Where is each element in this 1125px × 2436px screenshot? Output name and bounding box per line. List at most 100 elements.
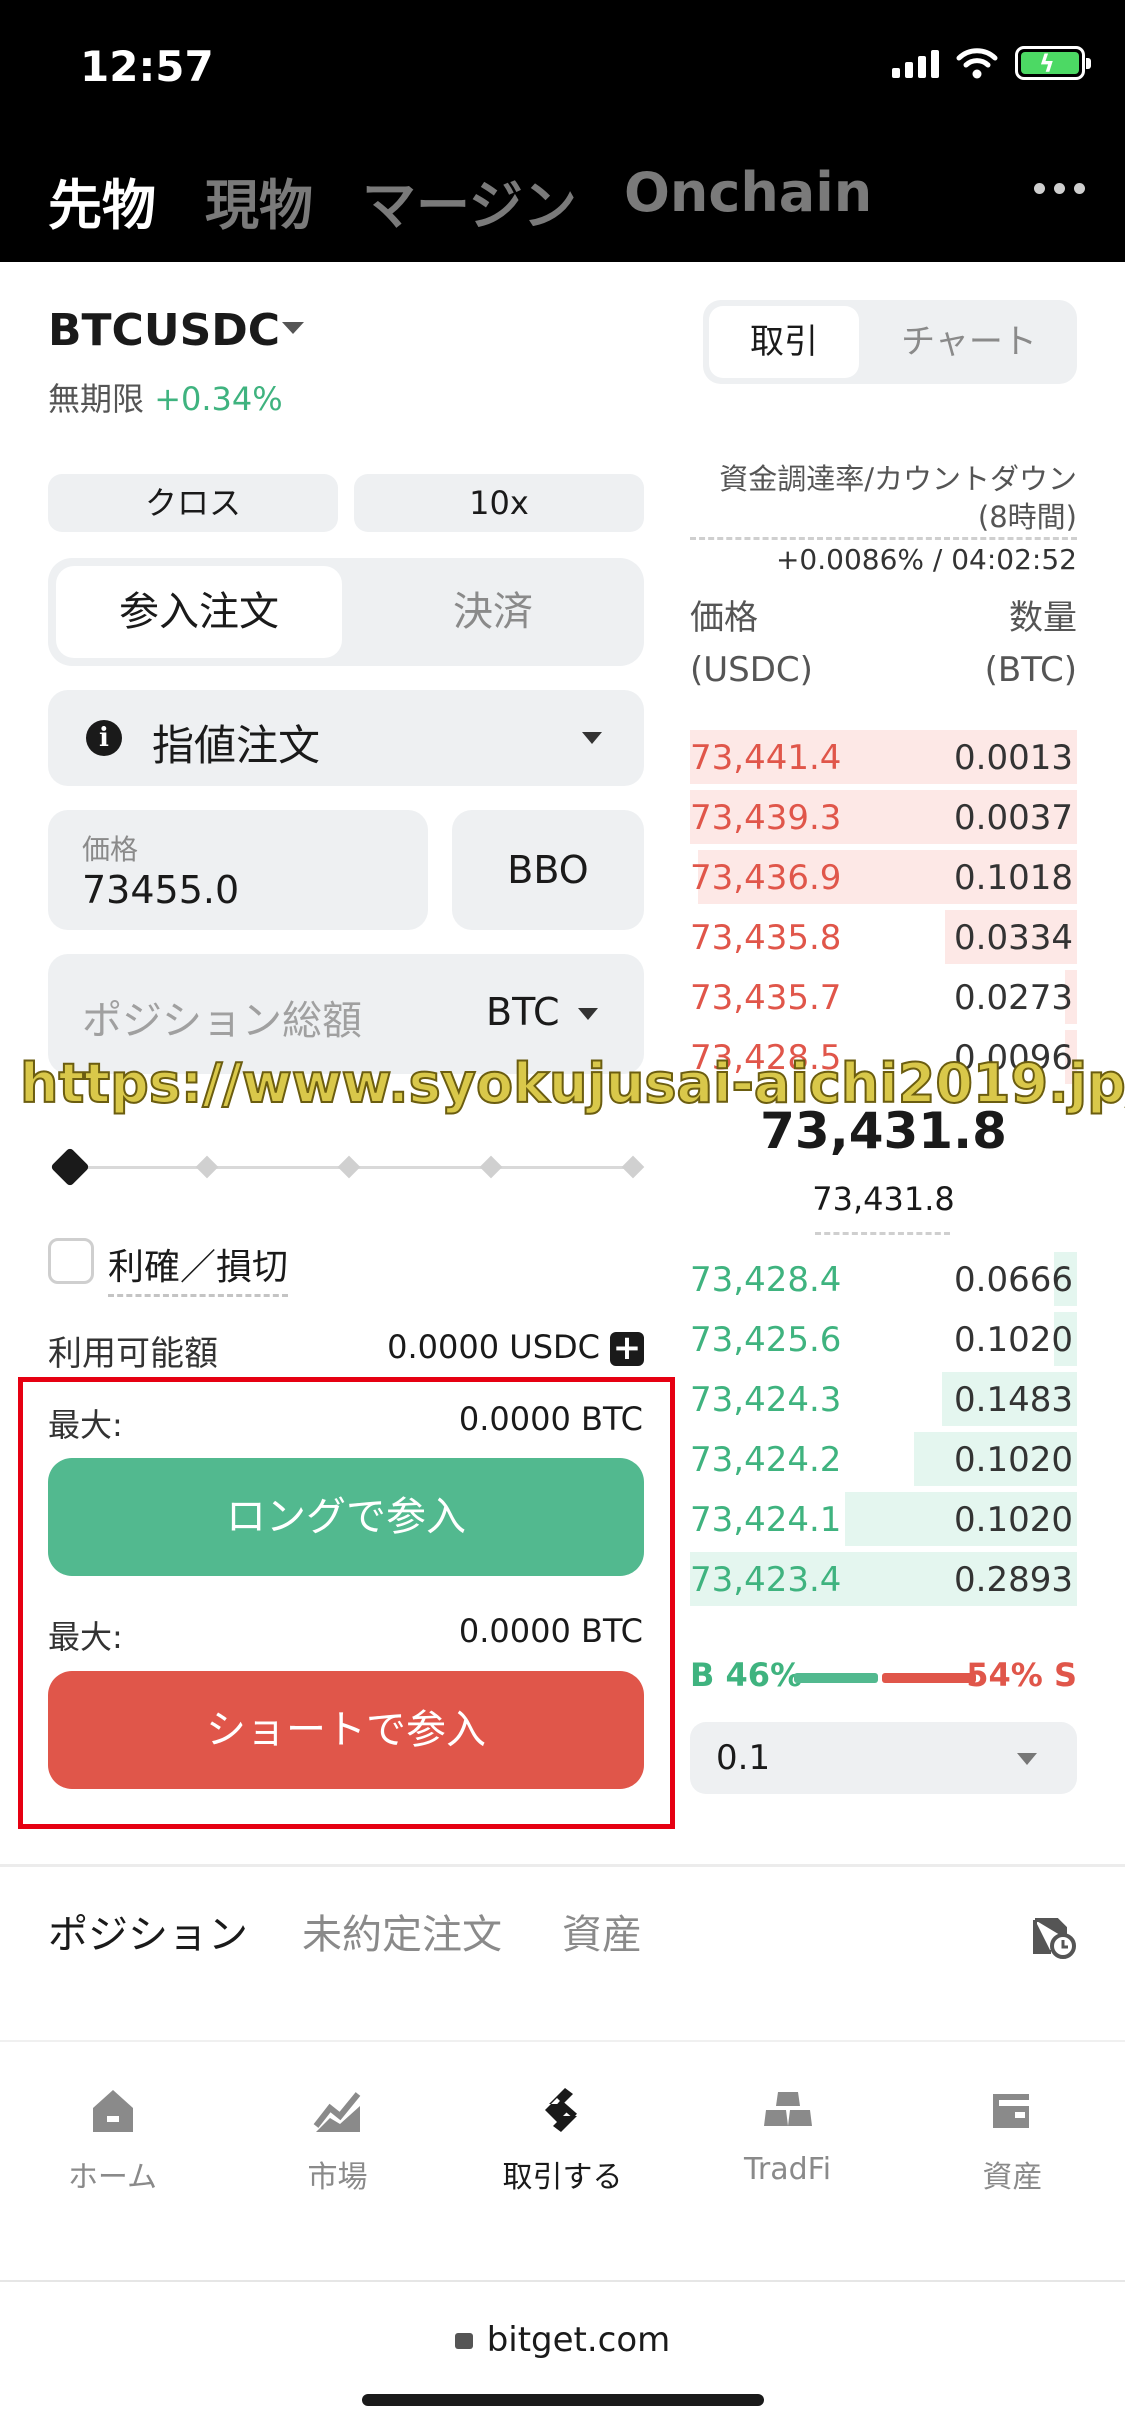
tpsl-label[interactable]: 利確／損切 <box>108 1238 289 1297</box>
open-short-button[interactable]: ショートで参入 <box>48 1671 644 1789</box>
tabbar-label: 取引する <box>502 2160 623 2195</box>
app-tabbar: ホーム 市場 取引する TradFi 資産 <box>0 2040 1125 2280</box>
buy-ratio-bar <box>794 1673 878 1683</box>
bid-qty: 0.1483 <box>954 1380 1073 1420</box>
slider-step[interactable] <box>337 1155 361 1179</box>
bid-price: 73,428.4 <box>690 1260 842 1300</box>
ask-qty: 0.0013 <box>954 738 1073 778</box>
history-icon[interactable] <box>1027 1910 1077 1960</box>
pair-dropdown-icon[interactable] <box>282 322 304 334</box>
top-nav: 先物 現物 マージン Onchain <box>0 131 1125 262</box>
lock-icon <box>454 2333 473 2349</box>
bid-qty: 0.1020 <box>954 1440 1073 1480</box>
margin-mode-button[interactable]: クロス <box>48 474 338 532</box>
chevron-down-icon <box>1017 1753 1037 1765</box>
ask-price: 73,439.3 <box>690 798 842 838</box>
price-header-unit: (USDC) <box>690 650 813 690</box>
amount-unit-select[interactable]: BTC <box>486 990 560 1034</box>
bid-price: 73,425.6 <box>690 1320 842 1360</box>
trade-icon <box>544 2088 577 2132</box>
funding-rate-label[interactable]: 資金調達率/カウントダウン (8時間) <box>719 460 1077 536</box>
price-input[interactable]: 価格 73455.0 <box>48 810 428 930</box>
chevron-down-icon <box>578 1008 598 1020</box>
ask-qty: 0.1018 <box>954 858 1073 898</box>
tab-open-orders[interactable]: 未約定注文 <box>302 1902 502 1960</box>
tab-futures[interactable]: 先物 <box>48 161 156 240</box>
bid-row[interactable]: 73,425.6 0.1020 <box>690 1312 1077 1368</box>
info-icon[interactable]: i <box>86 720 122 756</box>
long-max-label: 最大: <box>48 1406 123 1444</box>
divider <box>690 537 1077 540</box>
tab-positions[interactable]: ポジション <box>48 1902 248 1960</box>
amount-slider[interactable] <box>50 1147 645 1187</box>
mark-price[interactable]: 73,431.8 <box>690 1180 1077 1218</box>
battery-icon: ϟ <box>1015 46 1091 80</box>
tabbar-assets[interactable]: 資産 <box>900 2082 1125 2196</box>
slider-step[interactable] <box>479 1155 503 1179</box>
tab-assets[interactable]: 資産 <box>562 1902 642 1960</box>
tab-onchain[interactable]: Onchain <box>624 161 872 224</box>
depth-step-select[interactable]: 0.1 <box>690 1722 1077 1794</box>
ask-row[interactable]: 73,439.3 0.0037 <box>690 790 1077 846</box>
funding-label-text: 資金調達率/カウントダウン <box>719 462 1077 496</box>
more-icon[interactable] <box>1034 183 1085 194</box>
tab-close-order[interactable]: 決済 <box>350 566 636 658</box>
url-field[interactable]: bitget.com <box>0 2320 1125 2360</box>
browser-url-bar[interactable]: bitget.com <box>0 2282 1125 2436</box>
wifi-icon <box>956 48 998 79</box>
slider-step[interactable] <box>195 1155 219 1179</box>
signal-icon <box>892 48 939 78</box>
tabbar-trade[interactable]: 取引する <box>450 2082 675 2196</box>
ask-row[interactable]: 73,441.4 0.0013 <box>690 730 1077 786</box>
ask-qty: 0.0334 <box>954 918 1073 958</box>
view-chart-button[interactable]: チャート <box>871 306 1067 378</box>
qty-header-unit: (BTC) <box>984 650 1077 690</box>
ask-price: 73,435.8 <box>690 918 842 958</box>
depth-step-value: 0.1 <box>716 1738 771 1778</box>
tab-spot[interactable]: 現物 <box>205 161 313 240</box>
funding-rate-value: +0.0086% / 04:02:52 <box>775 543 1077 576</box>
slider-step[interactable] <box>621 1155 645 1179</box>
ask-row[interactable]: 73,436.9 0.1018 <box>690 850 1077 906</box>
tab-open-order[interactable]: 参入注文 <box>56 566 342 658</box>
url-text: bitget.com <box>486 2320 671 2360</box>
tpsl-checkbox[interactable] <box>48 1238 94 1284</box>
leverage-button[interactable]: 10x <box>354 474 644 532</box>
available-label: 利用可能額 <box>48 1334 218 1374</box>
home-icon <box>92 2090 133 2132</box>
ask-row[interactable]: 73,435.8 0.0334 <box>690 910 1077 966</box>
slider-handle[interactable] <box>50 1147 90 1187</box>
status-time: 12:57 <box>80 42 214 91</box>
tabbar-home[interactable]: ホーム <box>0 2082 225 2196</box>
tabbar-label: ホーム <box>67 2160 158 2195</box>
bid-row[interactable]: 73,424.1 0.1020 <box>690 1492 1077 1548</box>
price-column-header: 価格 (USDC) <box>690 592 813 696</box>
qty-column-header: 数量 (BTC) <box>985 592 1077 696</box>
bid-price: 73,424.1 <box>690 1500 842 1540</box>
tabbar-label: 資産 <box>982 2160 1043 2195</box>
order-type-label: 指値注文 <box>152 721 321 770</box>
order-type-select[interactable]: i 指値注文 <box>48 690 644 786</box>
bbo-button[interactable]: BBO <box>452 810 644 930</box>
price-header: 価格 <box>690 598 758 638</box>
bid-row[interactable]: 73,424.2 0.1020 <box>690 1432 1077 1488</box>
tab-margin[interactable]: マージン <box>362 161 577 240</box>
wallet-icon <box>992 2094 1029 2128</box>
ask-price: 73,441.4 <box>690 738 842 778</box>
ask-row[interactable]: 73,435.7 0.0273 <box>690 970 1077 1026</box>
tabbar-market[interactable]: 市場 <box>225 2082 450 2196</box>
tabbar-tradfi[interactable]: TradFi <box>675 2082 900 2187</box>
bid-row[interactable]: 73,424.3 0.1483 <box>690 1372 1077 1428</box>
available-value: 0.0000 USDC <box>387 1328 600 1366</box>
transfer-plus-icon[interactable]: + <box>610 1331 644 1366</box>
bid-row[interactable]: 73,423.4 0.2893 <box>690 1552 1077 1608</box>
watermark-url: https://www.syokujusai-aichi2019.jp/ <box>19 1051 1125 1116</box>
home-indicator[interactable] <box>362 2394 764 2406</box>
bid-row[interactable]: 73,428.4 0.0666 <box>690 1252 1077 1308</box>
price-value[interactable]: 73455.0 <box>82 868 239 912</box>
open-long-button[interactable]: ロングで参入 <box>48 1458 644 1576</box>
pair-symbol[interactable]: BTCUSDC <box>48 305 280 356</box>
market-icon <box>313 2092 360 2132</box>
view-trade-button[interactable]: 取引 <box>709 306 859 378</box>
ask-price: 73,435.7 <box>690 978 842 1018</box>
